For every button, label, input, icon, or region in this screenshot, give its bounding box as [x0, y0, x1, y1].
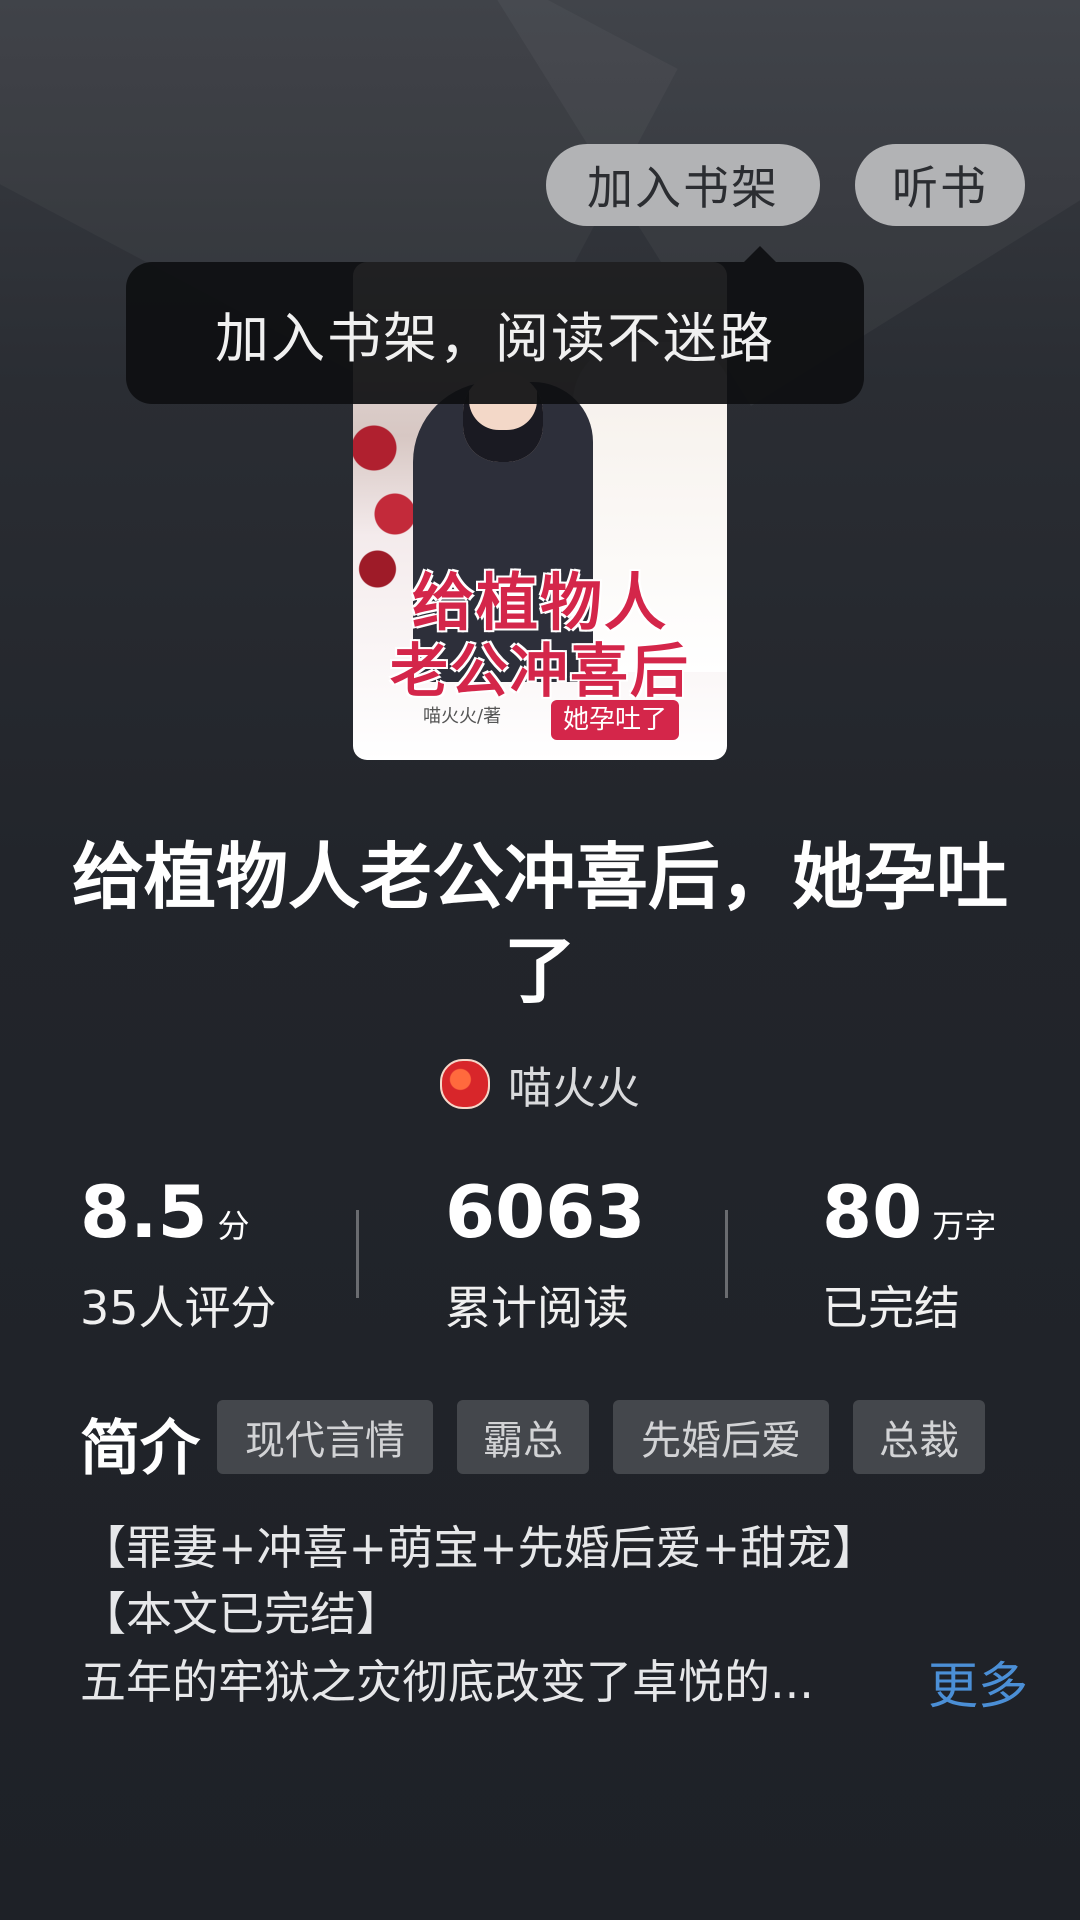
- cover-title-line2: 老公冲喜后: [389, 637, 690, 705]
- words-value: 80: [822, 1170, 923, 1254]
- score-value: 8.5: [80, 1170, 208, 1254]
- cover-badge: 她孕吐了: [551, 700, 680, 740]
- author-row[interactable]: 喵火火: [0, 1052, 1080, 1116]
- add-to-shelf-button[interactable]: 加入书架: [546, 144, 820, 226]
- reads-label: 累计阅读: [445, 1281, 629, 1335]
- tag-president[interactable]: 总裁: [853, 1400, 985, 1474]
- stat-divider: [356, 1210, 359, 1298]
- stat-divider: [725, 1210, 728, 1298]
- reads-stat: 6063 累计阅读: [445, 1170, 645, 1338]
- status-label: 已完结: [822, 1281, 960, 1335]
- description-line: 五年的牢狱之灾彻底改变了卓悦的...: [80, 1655, 814, 1709]
- tooltip-arrow: [744, 246, 776, 262]
- author-avatar: [440, 1059, 490, 1109]
- score-label: 35人评分: [80, 1281, 277, 1335]
- reads-value: 6063: [445, 1170, 646, 1254]
- listen-button[interactable]: 听书: [855, 144, 1025, 226]
- words-unit: 万字: [932, 1207, 997, 1245]
- tag-ceo[interactable]: 霸总: [457, 1400, 589, 1474]
- tag-modern-romance[interactable]: 现代言情: [217, 1400, 433, 1474]
- more-link[interactable]: 更多: [928, 1646, 1028, 1718]
- tag-marriage-first[interactable]: 先婚后爱: [613, 1400, 829, 1474]
- score-unit: 分: [217, 1207, 250, 1245]
- words-stat: 80 万字 已完结: [822, 1170, 996, 1338]
- description-line: 【本文已完结】: [80, 1587, 402, 1641]
- description-line: 【罪妻+冲喜+萌宝+先婚后爱+甜宠】: [80, 1521, 879, 1575]
- intro-heading: 简介: [80, 1414, 200, 1484]
- book-title: 给植物人老公冲喜后，她孕吐了: [71, 835, 1008, 1013]
- shelf-tooltip: 加入书架，阅读不迷路: [126, 262, 864, 404]
- score-stat[interactable]: 8.5 分 35人评分: [80, 1170, 277, 1338]
- cover-author: 喵火火/著: [423, 706, 502, 727]
- author-name: 喵火火: [508, 1063, 640, 1114]
